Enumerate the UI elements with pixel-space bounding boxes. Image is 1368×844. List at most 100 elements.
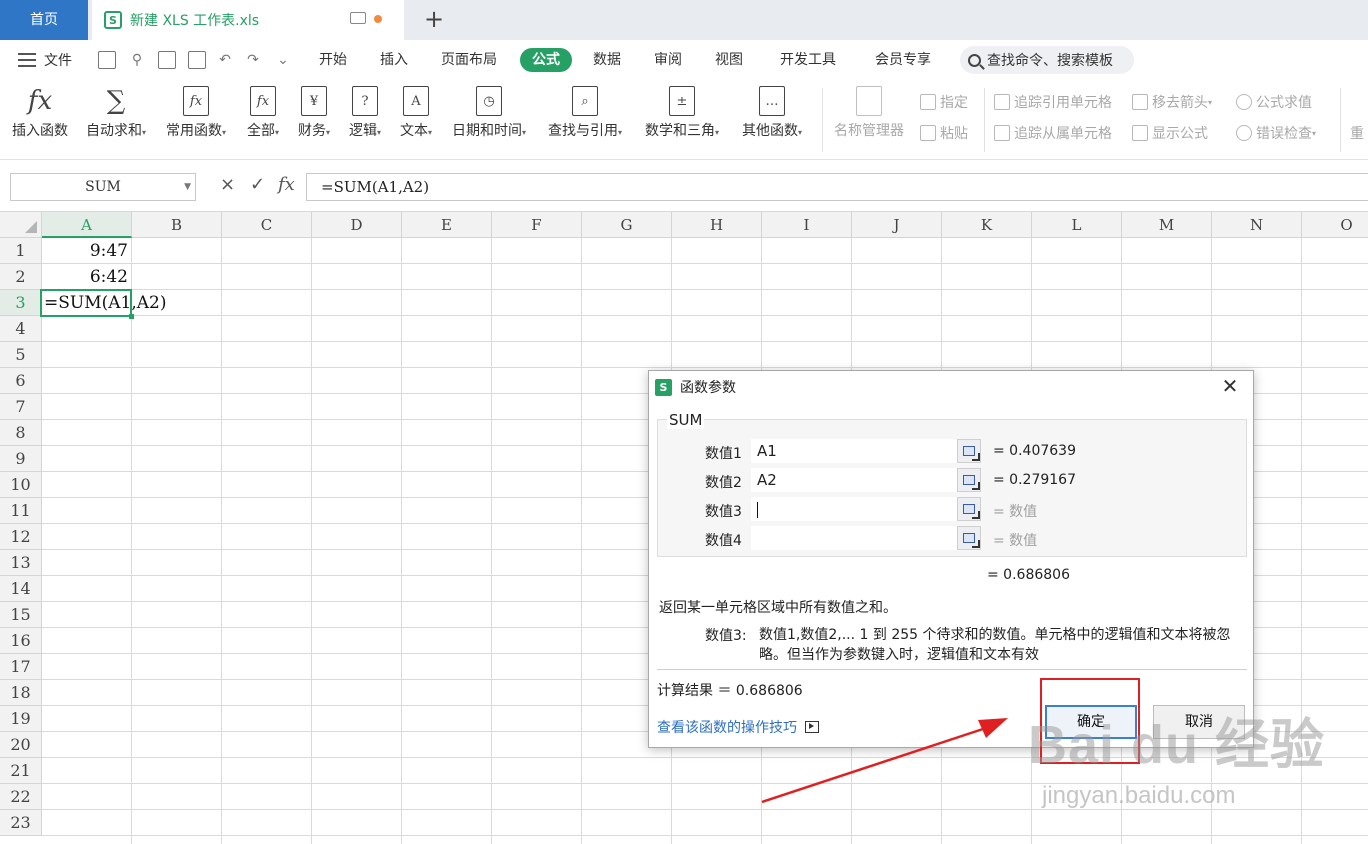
column-header-b[interactable]: B (132, 212, 222, 238)
close-icon[interactable]: ✕ (1219, 375, 1241, 397)
row-header-4[interactable]: 4 (0, 316, 42, 342)
row-header-21[interactable]: 21 (0, 758, 42, 784)
format-painter-icon[interactable]: ⚲ (128, 51, 146, 69)
autosum-button[interactable]: ∑ 自动求和▾ (86, 86, 146, 140)
confirm-edit-icon[interactable]: ✓ (250, 174, 265, 195)
row-header-14[interactable]: 14 (0, 576, 42, 602)
monitor-icon[interactable] (350, 12, 366, 24)
arg3-range-picker[interactable] (957, 497, 981, 521)
row-header-1[interactable]: 1 (0, 238, 42, 264)
tab-developer[interactable]: 开发工具 (780, 48, 836, 72)
tab-membership[interactable]: 会员专享 (875, 48, 931, 72)
tab-data[interactable]: 数据 (593, 48, 621, 72)
lookup-functions-button[interactable]: ⌕ 查找与引用▾ (548, 86, 622, 140)
save-icon[interactable] (98, 51, 116, 69)
column-header-f[interactable]: F (492, 212, 582, 238)
insert-function-icon[interactable]: fx (278, 174, 295, 195)
chevron-down-icon[interactable]: ▼ (184, 174, 191, 200)
file-menu-button[interactable]: 文件 (18, 50, 72, 70)
row-header-2[interactable]: 2 (0, 264, 42, 290)
column-header-d[interactable]: D (312, 212, 402, 238)
cell-a2[interactable]: 6:42 (42, 264, 132, 290)
column-header-a[interactable]: A (42, 212, 132, 238)
row-header-7[interactable]: 7 (0, 394, 42, 420)
tab-formulas[interactable]: 公式 (520, 48, 572, 72)
undo-icon[interactable]: ↶ (216, 51, 234, 69)
print-icon[interactable] (158, 51, 176, 69)
document-tab[interactable]: S 新建 XLS 工作表.xls (92, 0, 404, 40)
column-header-j[interactable]: J (852, 212, 942, 238)
financial-functions-button[interactable]: ¥ 财务▾ (298, 86, 330, 140)
recalc-button[interactable]: 重 (1350, 123, 1364, 143)
arg2-input[interactable]: A2 (751, 468, 957, 492)
row-header-3[interactable]: 3 (0, 290, 42, 316)
column-header-m[interactable]: M (1122, 212, 1212, 238)
arg4-range-picker[interactable] (957, 526, 981, 550)
redo-icon[interactable]: ↷ (244, 51, 262, 69)
cancel-edit-icon[interactable]: × (220, 174, 235, 195)
specify-button[interactable]: 指定 (920, 92, 968, 112)
trace-precedents-button[interactable]: 追踪引用单元格 (994, 92, 1112, 112)
row-header-22[interactable]: 22 (0, 784, 42, 810)
datetime-functions-button[interactable]: ◷ 日期和时间▾ (452, 86, 526, 140)
tab-review[interactable]: 审阅 (654, 48, 682, 72)
show-formulas-button[interactable]: 显示公式 (1132, 123, 1208, 143)
function-tips-link[interactable]: 查看该函数的操作技巧 (657, 717, 819, 737)
new-tab-button[interactable]: + (422, 6, 446, 34)
row-header-6[interactable]: 6 (0, 368, 42, 394)
cell-a1[interactable]: 9:47 (42, 238, 132, 264)
row-header-23[interactable]: 23 (0, 810, 42, 836)
tab-insert[interactable]: 插入 (380, 48, 408, 72)
row-header-16[interactable]: 16 (0, 628, 42, 654)
all-functions-button[interactable]: fx 全部▾ (247, 86, 279, 140)
arg1-range-picker[interactable] (957, 439, 981, 463)
common-functions-button[interactable]: fx 常用函数▾ (166, 86, 226, 140)
remove-arrows-button[interactable]: 移去箭头 ▾ (1132, 92, 1212, 112)
row-header-11[interactable]: 11 (0, 498, 42, 524)
column-header-l[interactable]: L (1032, 212, 1122, 238)
tab-page-layout[interactable]: 页面布局 (441, 48, 497, 72)
quick-access-dropdown-icon[interactable]: ⌄ (274, 51, 292, 69)
arg2-range-picker[interactable] (957, 468, 981, 492)
select-all-corner[interactable] (0, 212, 42, 238)
text-functions-button[interactable]: A 文本▾ (400, 86, 432, 140)
tab-view[interactable]: 视图 (715, 48, 743, 72)
column-header-o[interactable]: O (1302, 212, 1368, 238)
print-preview-icon[interactable] (188, 51, 206, 69)
row-header-10[interactable]: 10 (0, 472, 42, 498)
insert-function-button[interactable]: fx 插入函数 (12, 86, 68, 140)
row-header-13[interactable]: 13 (0, 550, 42, 576)
trace-dependents-button[interactable]: 追踪从属单元格 (994, 123, 1112, 143)
paste-names-button[interactable]: 粘贴 (920, 123, 968, 143)
row-header-9[interactable]: 9 (0, 446, 42, 472)
logical-functions-button[interactable]: ? 逻辑▾ (349, 86, 381, 140)
column-header-e[interactable]: E (402, 212, 492, 238)
evaluate-formula-button[interactable]: 公式求值 (1236, 92, 1312, 112)
column-header-i[interactable]: I (762, 212, 852, 238)
other-functions-button[interactable]: … 其他函数▾ (742, 86, 802, 140)
column-header-n[interactable]: N (1212, 212, 1302, 238)
row-header-5[interactable]: 5 (0, 342, 42, 368)
math-functions-button[interactable]: ± 数学和三角▾ (645, 86, 719, 140)
name-box[interactable]: SUM ▼ (10, 173, 196, 201)
tab-start[interactable]: 开始 (319, 48, 347, 72)
column-header-c[interactable]: C (222, 212, 312, 238)
arg4-input[interactable] (751, 526, 957, 550)
row-header-12[interactable]: 12 (0, 524, 42, 550)
row-header-15[interactable]: 15 (0, 602, 42, 628)
name-manager-button[interactable]: 名称管理器 (834, 86, 904, 140)
row-header-20[interactable]: 20 (0, 732, 42, 758)
row-header-8[interactable]: 8 (0, 420, 42, 446)
arg3-input[interactable] (751, 497, 957, 521)
column-header-h[interactable]: H (672, 212, 762, 238)
error-check-button[interactable]: 错误检查 ▾ (1236, 123, 1316, 143)
command-search-input[interactable]: 查找命令、搜索模板 (960, 46, 1134, 74)
home-tab[interactable]: 首页 (0, 0, 88, 40)
row-header-18[interactable]: 18 (0, 680, 42, 706)
formula-input[interactable]: =SUM(A1,A2) (306, 173, 1368, 201)
row-header-19[interactable]: 19 (0, 706, 42, 732)
arg1-input[interactable]: A1 (751, 439, 957, 463)
column-header-k[interactable]: K (942, 212, 1032, 238)
column-header-g[interactable]: G (582, 212, 672, 238)
row-header-17[interactable]: 17 (0, 654, 42, 680)
